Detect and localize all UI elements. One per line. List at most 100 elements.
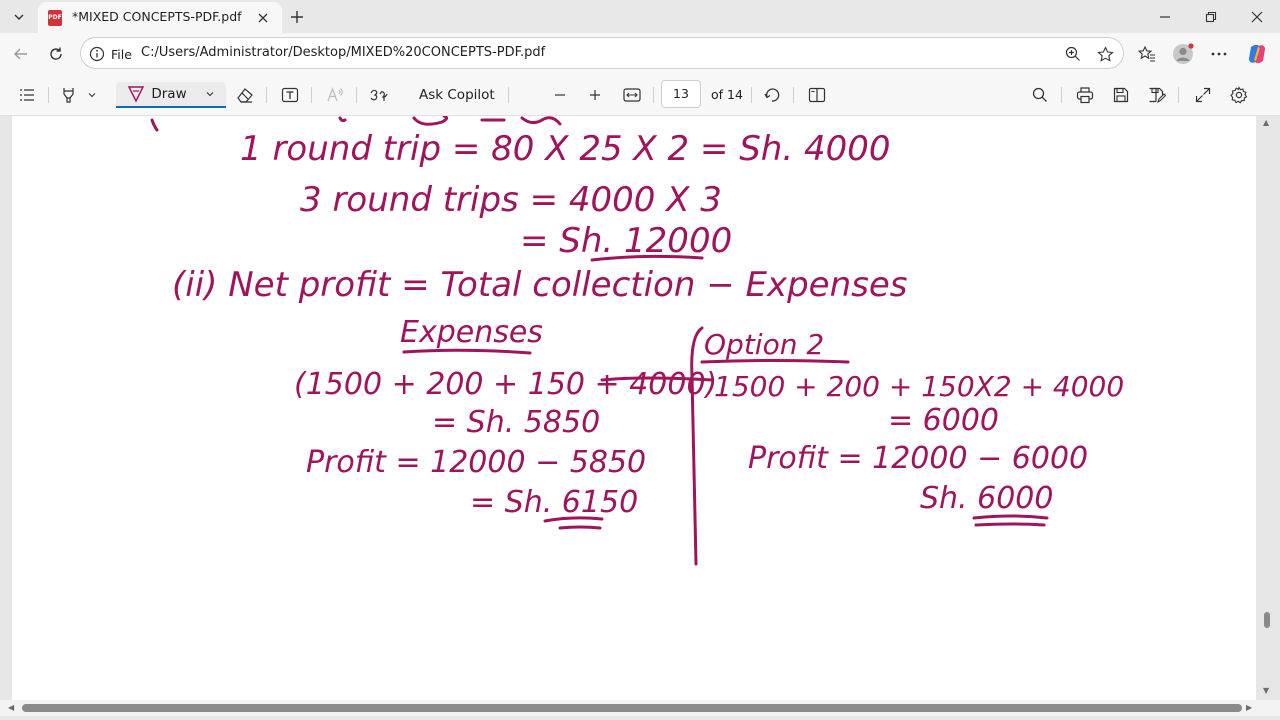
add-text-button[interactable] [277,82,303,108]
find-button[interactable] [1027,82,1053,108]
handwriting-line: = 6000 [888,403,999,438]
handwriting-line: = Sh. 12000 [520,221,732,261]
pdf-document-viewport: 1 round trip = 80 X 25 X 2 = Sh. 4000 3 … [0,116,1280,720]
ink-divider [690,326,704,566]
vertical-scrollbar[interactable] [1260,116,1274,696]
handwriting-heading: Option 2 [704,328,824,361]
zoom-icon[interactable] [1063,44,1083,64]
scroll-right-arrow-icon[interactable]: ▶ [1246,703,1252,712]
gear-icon [1230,86,1248,104]
chevron-down-icon [14,14,24,20]
read-aloud-button[interactable] [322,82,348,108]
highlighter-icon [63,88,74,103]
handwriting-line: 3 round trips = 4000 X 3 [300,180,722,220]
chevron-down-icon [206,92,214,97]
profile-avatar[interactable] [1170,41,1196,67]
handwriting-line: = Sh. 6150 [470,485,638,520]
toolbar-divider [266,87,267,103]
close-window-button[interactable] [1234,0,1280,33]
fit-to-width-button[interactable] [619,82,645,108]
translate-button[interactable] [366,82,392,108]
highlight-button[interactable] [56,82,100,108]
erase-button[interactable] [232,82,258,108]
scroll-down-arrow-icon[interactable]: ▼ [1263,686,1269,695]
save-button[interactable] [1108,82,1134,108]
more-options-icon[interactable] [1206,41,1232,67]
draw-label: Draw [151,86,187,102]
tab-title: *MIXED CONCEPTS-PDF.pdf [72,9,242,24]
refresh-button[interactable] [43,41,69,67]
zoom-out-button[interactable] [547,82,573,108]
minus-icon [555,94,565,96]
rotate-icon [764,88,780,102]
scroll-up-arrow-icon[interactable]: ▲ [1263,118,1269,127]
favorite-star-icon[interactable] [1095,44,1115,64]
ink-stroke [480,116,562,126]
pdf-file-icon: PDF [48,10,62,26]
scroll-left-arrow-icon[interactable]: ◀ [8,703,14,712]
minimize-button[interactable] [1142,0,1188,33]
tab-strip: PDF *MIXED CONCEPTS-PDF.pdf [0,0,1280,33]
ink-stroke [150,118,159,132]
arrow-left-icon [14,48,27,60]
text-box-icon [281,87,299,103]
fit-width-icon [623,88,641,102]
save-as-button[interactable] [1144,82,1170,108]
handwriting-line: (1500 + 200 + 150 + 4000) [294,367,717,402]
save-icon [1113,87,1129,103]
pen-icon [128,86,145,103]
fullscreen-button[interactable] [1190,82,1216,108]
handwriting-line: = Sh. 5850 [432,405,600,440]
close-icon [1251,11,1263,22]
refresh-icon [50,47,62,60]
toolbar-divider [1178,87,1179,103]
new-tab-button[interactable] [285,5,309,29]
url-text[interactable]: C:/Users/Administrator/Desktop/MIXED%20C… [141,45,545,60]
ink-stroke [338,116,347,123]
toolbar-divider [48,87,49,103]
tab-close-button[interactable] [252,7,274,29]
vertical-scrollbar-thumb[interactable] [1264,612,1270,628]
address-row: File C:/Users/Administrator/Desktop/MIXE… [0,33,1280,75]
rotate-button[interactable] [759,82,785,108]
horizontal-scrollbar-thumb[interactable] [22,704,1242,712]
translate-icon [370,89,388,101]
site-info-button[interactable]: File [89,44,132,64]
page-count: of 14 [711,87,743,102]
contents-button[interactable] [14,82,40,108]
handwriting-heading: Expenses [400,315,543,350]
toolbar-divider [1061,87,1062,103]
minimize-icon [1160,15,1170,18]
two-page-icon [808,87,826,103]
page-view-button[interactable] [804,82,830,108]
address-bar[interactable]: File C:/Users/Administrator/Desktop/MIXE… [80,37,1124,69]
handwriting-line: Sh. 6000 [920,481,1053,516]
restore-button[interactable] [1188,0,1234,33]
expand-icon [1195,87,1211,103]
ink-underline [974,522,1046,527]
page-number-input[interactable]: 13 [661,80,701,108]
browser-tab[interactable]: PDF *MIXED CONCEPTS-PDF.pdf [38,2,282,33]
handwritten-ink-layer: 1 round trip = 80 X 25 X 2 = Sh. 4000 3 … [150,116,1124,566]
ink-underline [558,525,602,530]
toolbar-divider [311,87,312,103]
site-info-label: File [111,46,132,62]
restore-icon [1205,11,1217,22]
toolbar-divider [793,87,794,103]
read-aloud-icon [327,87,343,102]
ink-stroke [412,116,449,126]
settings-button[interactable] [1226,82,1252,108]
favorites-icon[interactable] [1134,41,1160,67]
list-icon [20,89,34,101]
ink-underline [972,514,1049,520]
printer-icon [1076,87,1094,104]
ask-copilot-button[interactable]: Ask Copilot [419,87,495,103]
tab-actions-menu-button[interactable] [6,5,32,29]
copilot-icon[interactable] [1244,41,1270,67]
ink-underline [402,348,532,355]
draw-button[interactable]: Draw [116,82,226,108]
plus-icon [590,90,600,100]
back-button[interactable] [8,41,34,67]
zoom-in-button[interactable] [582,82,608,108]
print-button[interactable] [1072,82,1098,108]
